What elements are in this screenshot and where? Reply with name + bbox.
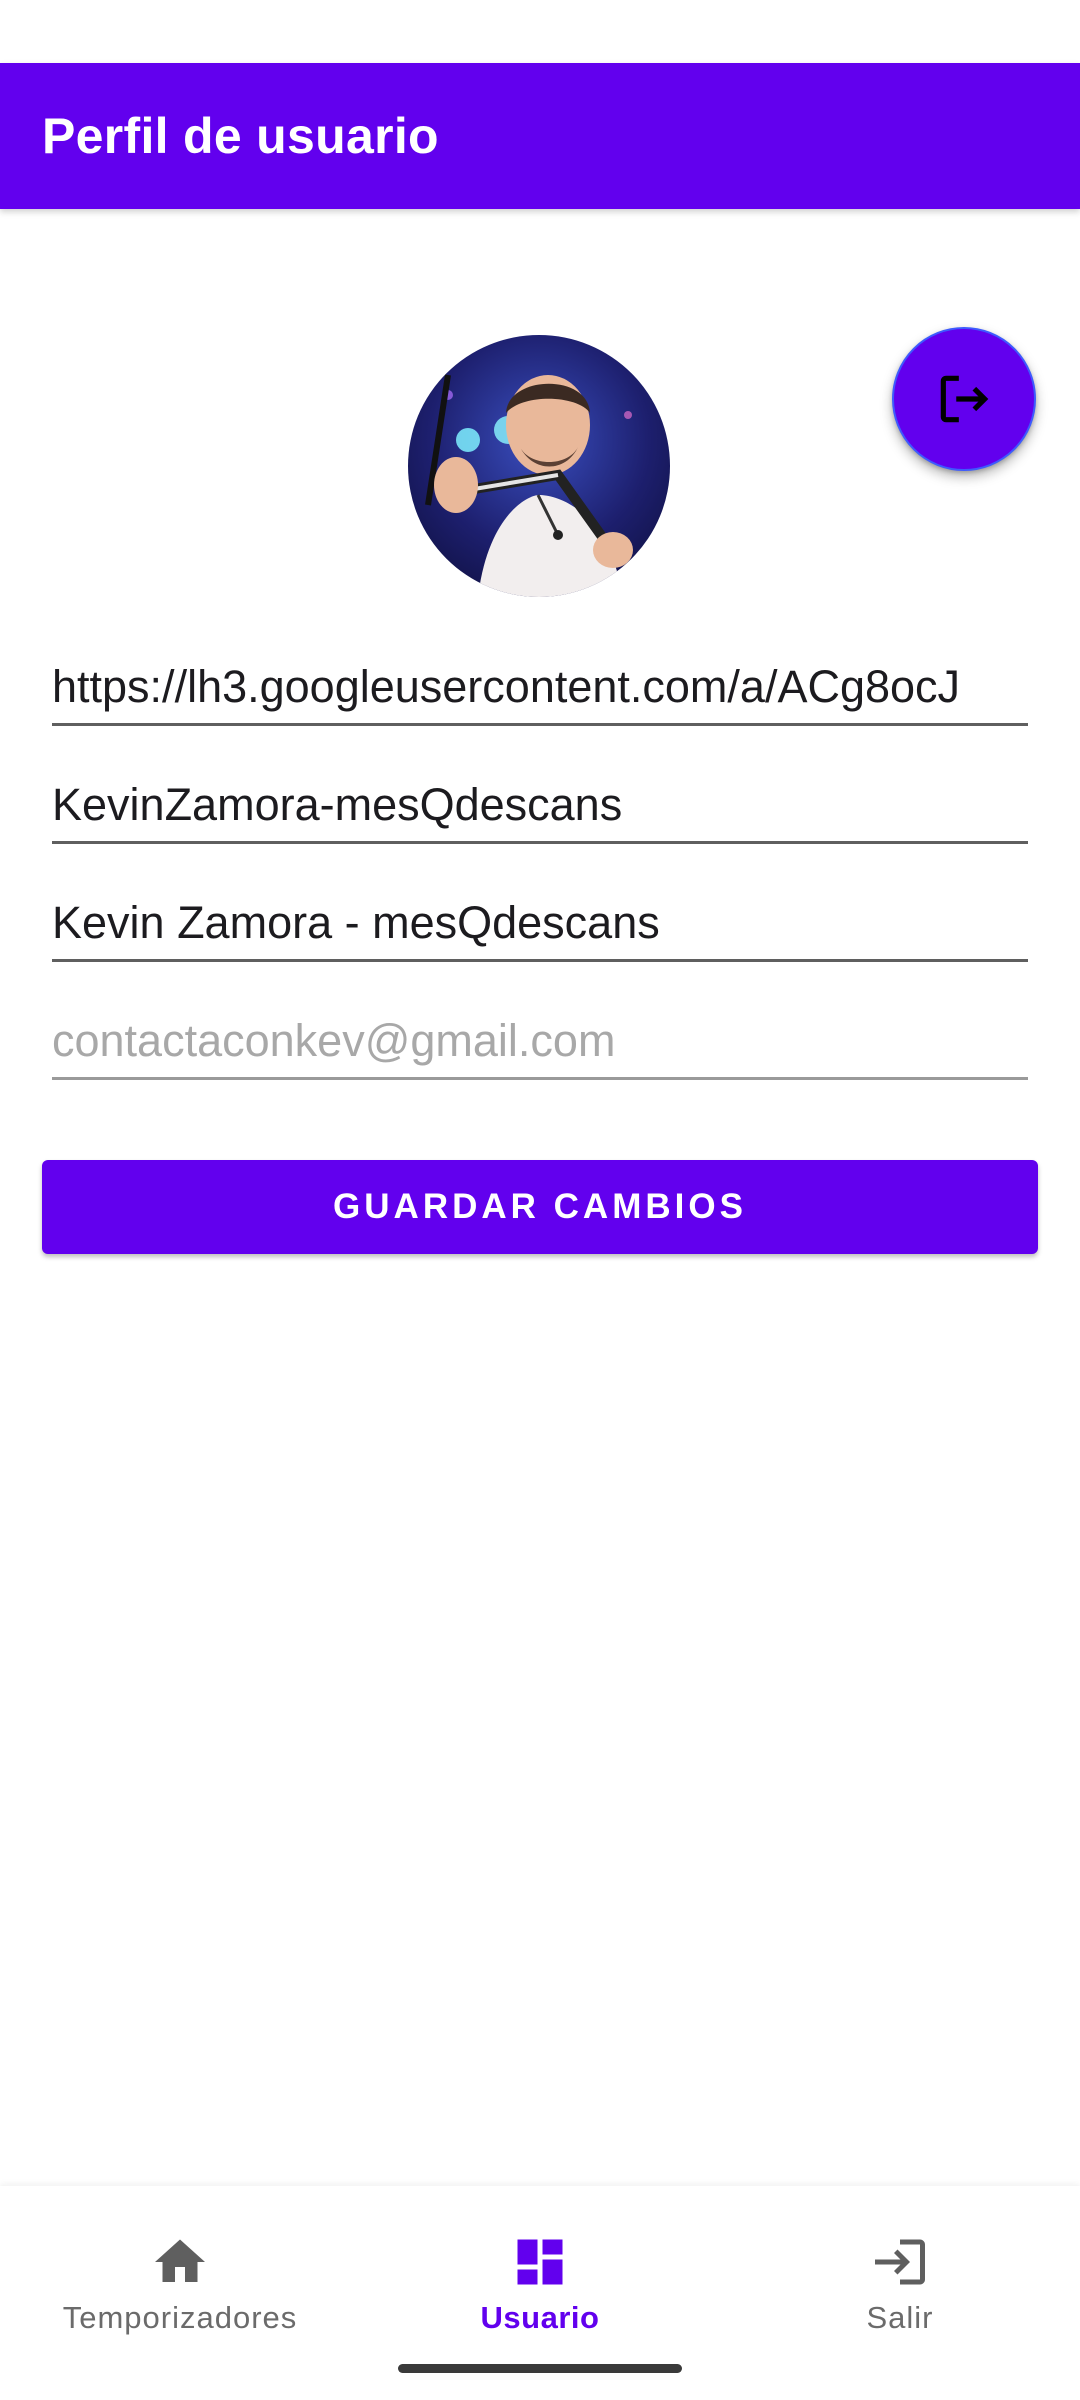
home-icon — [155, 2239, 205, 2282]
nav-label-salir: Salir — [866, 2300, 934, 2335]
photo-url-field[interactable] — [52, 656, 1028, 726]
nav-item-salir[interactable]: Salir — [720, 2186, 1080, 2336]
nav-label-temporizadores: Temporizadores — [62, 2300, 298, 2335]
save-changes-button[interactable]: GUARDAR CAMBIOS — [42, 1160, 1038, 1254]
display-name-input[interactable] — [52, 892, 1028, 954]
logout-icon — [940, 375, 989, 423]
logout-fab-button[interactable] — [892, 327, 1036, 471]
email-input[interactable] — [52, 1010, 1028, 1072]
login-icon — [875, 2239, 925, 2285]
email-field[interactable] — [52, 1010, 1028, 1080]
display-name-field[interactable] — [52, 892, 1028, 962]
dashboard-icon — [517, 2239, 563, 2285]
nav-item-usuario[interactable]: Usuario — [360, 2186, 720, 2336]
nav-label-usuario: Usuario — [480, 2300, 600, 2335]
status-bar — [0, 0, 1080, 63]
avatar[interactable] — [408, 335, 670, 597]
photo-url-input[interactable] — [52, 656, 1028, 718]
app-bar: Perfil de usuario — [0, 63, 1080, 209]
gesture-handle[interactable] — [398, 2364, 682, 2373]
username-field[interactable] — [52, 774, 1028, 844]
username-input[interactable] — [52, 774, 1028, 836]
page-title: Perfil de usuario — [42, 108, 439, 164]
profile-photo — [408, 335, 670, 597]
nav-item-temporizadores[interactable]: Temporizadores — [0, 2186, 360, 2336]
